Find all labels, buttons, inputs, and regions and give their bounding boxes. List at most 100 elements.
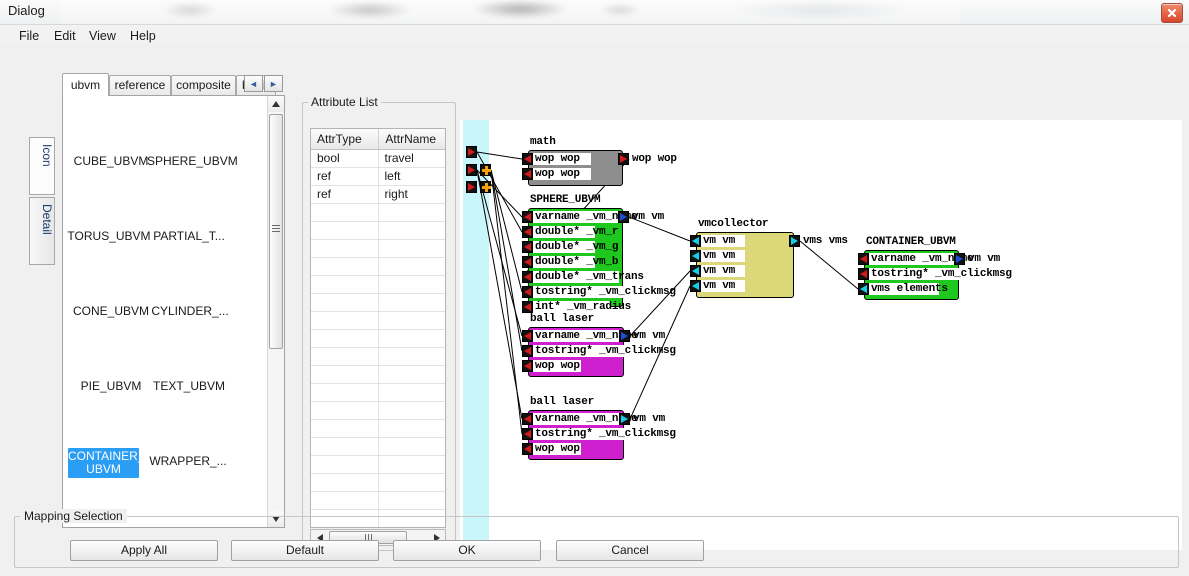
table-row-empty[interactable] [311,204,445,222]
node-input-port[interactable] [522,241,533,253]
icon-item[interactable]: TORUS_UBVM [67,229,151,243]
icon-item[interactable]: PARTIAL_T... [149,229,229,243]
icon-item[interactable]: CONTAINER_ UBVM [68,448,144,478]
graph-node-ball_laser_2[interactable]: ball laser varname _vm_name tostring* _vm_… [522,396,676,460]
cell-empty [379,474,446,491]
table-row[interactable]: ref left [311,168,445,186]
default-button[interactable]: Default [231,540,379,561]
canvas-port[interactable] [480,164,491,176]
table-row-empty[interactable] [311,330,445,348]
node-output-port[interactable] [954,253,965,265]
table-row[interactable]: bool travel [311,150,445,168]
icon-list[interactable]: CUBE_UBVM SPHERE_UBVM TORUS_UBVM PARTIAL_T.… [62,95,285,528]
icon-grid: CUBE_UBVM SPHERE_UBVM TORUS_UBVM PARTIAL_T.… [63,96,263,527]
node-input-port[interactable] [858,268,869,280]
tab-reference[interactable]: reference [109,75,171,95]
table-row-empty[interactable] [311,492,445,510]
table-row-empty[interactable] [311,222,445,240]
canvas-port[interactable] [480,181,491,193]
node-input-port[interactable] [522,226,533,238]
node-output-port[interactable] [619,330,630,342]
port-arrow-icon [524,303,531,311]
node-input-port[interactable] [522,153,533,165]
node-input-port[interactable] [522,360,533,372]
node-input-port[interactable] [522,330,533,342]
tab-scroll-left-icon[interactable]: ◄ [244,75,263,92]
menu-item-edit[interactable]: Edit [47,28,83,44]
icon-item[interactable]: TEXT_UBVM [149,379,229,393]
canvas-port[interactable] [466,146,477,158]
tab-ubvm[interactable]: ubvm [62,73,109,96]
table-row-empty[interactable] [311,240,445,258]
node-output-port[interactable] [618,153,629,165]
node-input-port[interactable] [690,265,701,277]
table-row-empty[interactable] [311,276,445,294]
graph-node-ball_laser_1[interactable]: ball laser varname _vm_name tostring* _vm_… [522,313,676,377]
icon-item[interactable]: CONE_UBVM [71,304,151,318]
node-input-label: wop wop [533,168,591,180]
table-row-empty[interactable] [311,456,445,474]
tab-scroll-right-icon[interactable]: ► [264,75,283,92]
graph-node-vmcollector[interactable]: vmcollector vm vm vm vm vm vm vm vm vms vms [690,218,848,298]
menu-item-file[interactable]: File [12,28,46,44]
canvas-port[interactable] [466,181,477,193]
icon-item[interactable]: WRAPPER_... [147,454,229,468]
view-tab-icon[interactable]: Icon [29,137,55,195]
node-input-port[interactable] [522,286,533,298]
menu-item-view[interactable]: View [82,28,123,44]
table-row[interactable]: ref right [311,186,445,204]
connection-line [490,169,523,352]
scrollbar-thumb[interactable] [269,114,283,349]
node-output-port[interactable] [789,235,800,247]
node-input-port[interactable] [522,413,533,425]
node-input-port[interactable] [522,168,533,180]
cell-empty [311,204,379,221]
node-input-port[interactable] [690,280,701,292]
table-row-empty[interactable] [311,438,445,456]
node-input-port[interactable] [522,443,533,455]
graph-node-container_ubvm[interactable]: CONTAINER_UBVM varname _vm_name tostring* … [858,236,1012,300]
view-tab-detail[interactable]: Detail [29,197,55,265]
graph-node-math[interactable]: math wop wop wop wop wop wop [522,136,677,186]
table-row-empty[interactable] [311,474,445,492]
node-input-port[interactable] [522,345,533,357]
graph-canvas[interactable]: math wop wop wop wop wop wop SPHERE_UBVM varn… [460,120,1182,550]
node-output-port[interactable] [619,413,630,425]
menu-item-help[interactable]: Help [123,28,163,44]
apply-all-button[interactable]: Apply All [70,540,218,561]
table-row-empty[interactable] [311,294,445,312]
graph-node-sphere_ubvm[interactable]: SPHERE_UBVM varname _vm_name double* _vm_r… [522,194,676,313]
node-input-port[interactable] [858,253,869,265]
icon-item[interactable]: SPHERE_UBVM [147,154,238,168]
node-input-port[interactable] [522,271,533,283]
node-input-port[interactable] [522,301,533,313]
table-row-empty[interactable] [311,420,445,438]
icon-item[interactable]: CUBE_UBVM [71,154,151,168]
node-input-port[interactable] [522,428,533,440]
table-row-empty[interactable] [311,366,445,384]
node-input-port[interactable] [690,250,701,262]
node-input-port[interactable] [522,211,533,223]
icon-list-scrollbar[interactable] [267,96,284,527]
node-output-port[interactable] [618,211,629,223]
node-input-port[interactable] [690,235,701,247]
table-row-empty[interactable] [311,384,445,402]
node-input-port[interactable] [522,256,533,268]
cell-attrtype: ref [311,168,379,185]
node-input-port[interactable] [858,283,869,295]
tab-composite[interactable]: composite [171,75,236,95]
canvas-port[interactable] [466,164,477,176]
cancel-button[interactable]: Cancel [556,540,704,561]
table-row-empty[interactable] [311,258,445,276]
port-arrow-icon [524,347,531,355]
icon-item[interactable]: CYLINDER_... [149,304,231,318]
attribute-table[interactable]: AttrType AttrName bool travel ref left ref ri… [310,128,446,528]
close-icon[interactable] [1161,3,1183,23]
ok-button[interactable]: OK [393,540,541,561]
icon-item[interactable]: PIE_UBVM [75,379,147,393]
scroll-up-icon[interactable] [268,96,284,112]
table-row-empty[interactable] [311,348,445,366]
table-row-empty[interactable] [311,312,445,330]
node-output-label: vm vm [633,413,666,425]
table-row-empty[interactable] [311,402,445,420]
